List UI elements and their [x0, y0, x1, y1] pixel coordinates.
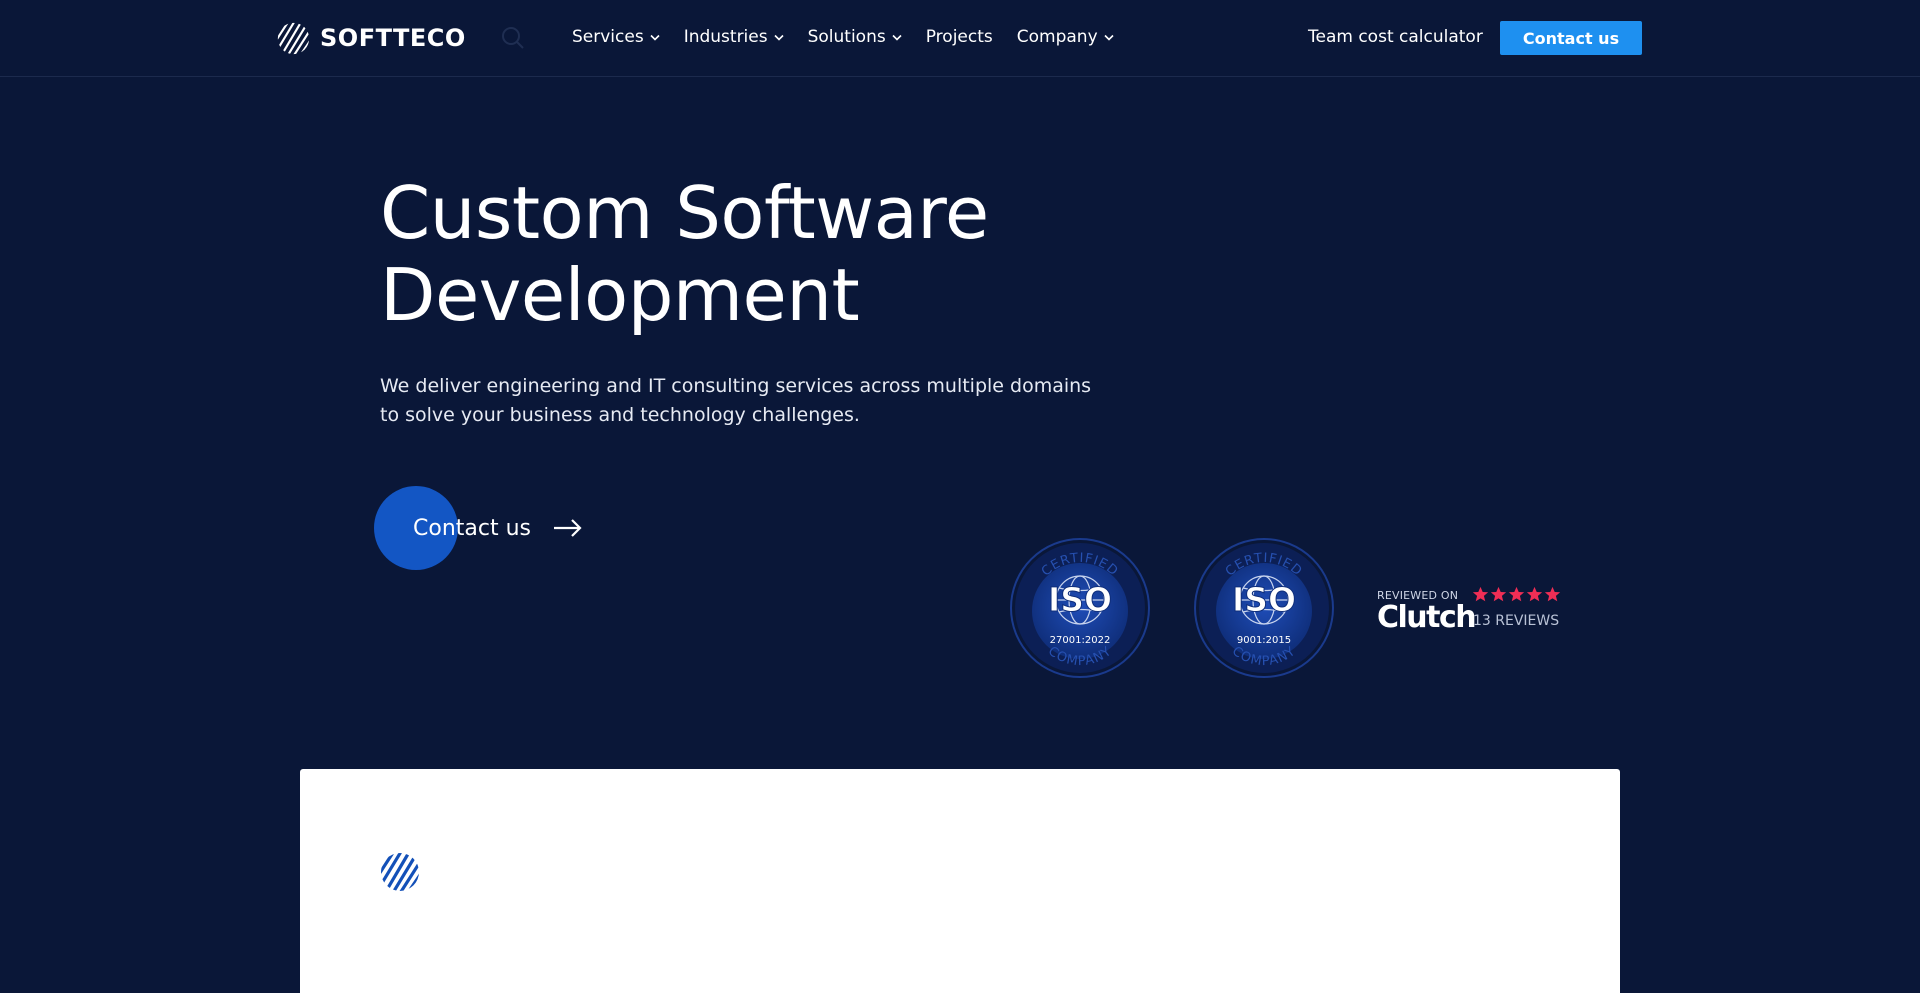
logo[interactable]: SOFTTECO	[277, 20, 466, 56]
chevron-down-icon	[650, 34, 660, 41]
logo-mark-icon	[381, 853, 419, 891]
hero-subtitle-line: to solve your business and technology ch…	[380, 404, 860, 426]
nav-item-label: Solutions	[807, 27, 886, 47]
nav-item-label: Industries	[683, 27, 768, 47]
iso-badge-graphic: ISO CERTIFIED 9001:2015 COMPANY	[1194, 538, 1334, 678]
nav-item-solutions[interactable]: Solutions	[808, 27, 902, 47]
clutch-rating-badge[interactable]: REVIEWED ON Clutch 13 REVIEWS	[1377, 586, 1577, 636]
arrow-right-icon	[554, 519, 582, 537]
hero-title-line: Custom Software	[380, 171, 989, 255]
search-button[interactable]	[500, 25, 526, 51]
star-icon	[1508, 586, 1525, 602]
clutch-stars	[1472, 586, 1561, 603]
clutch-review-count: 13 REVIEWS	[1473, 613, 1560, 629]
chevron-down-icon	[774, 34, 784, 41]
nav-item-label: Services	[572, 27, 644, 47]
clutch-logo: Clutch	[1377, 600, 1477, 635]
nav-item-services[interactable]: Services	[572, 27, 660, 47]
content-panel	[300, 769, 1620, 993]
iso-standard: 27001:2022	[1050, 635, 1111, 646]
iso-standard: 9001:2015	[1237, 635, 1291, 646]
star-icon	[1472, 586, 1489, 602]
header-contact-button[interactable]: Contact us	[1500, 21, 1642, 55]
iso-27001-badge: ISO CERTIFIED 27001:2022 COMPANY	[1009, 537, 1151, 679]
nav-item-industries[interactable]: Industries	[684, 27, 784, 47]
svg-text:ISO: ISO	[1048, 580, 1112, 619]
nav-item-label: Projects	[925, 27, 993, 47]
site-header: SOFTTECO Services Industries Solutions P…	[0, 0, 1920, 77]
nav-item-projects[interactable]: Projects	[926, 27, 993, 47]
nav-item-company[interactable]: Company	[1017, 27, 1114, 47]
iso-badge-graphic: ISO CERTIFIED 27001:2022 COMPANY	[1010, 538, 1150, 678]
main-nav: Services Industries Solutions Projects C…	[572, 24, 1114, 50]
iso-9001-badge: ISO CERTIFIED 9001:2015 COMPANY	[1193, 537, 1335, 679]
svg-text:ISO: ISO	[1232, 580, 1296, 619]
hero-cta-label: Contact us	[413, 515, 531, 541]
hero-contact-button[interactable]: Contact us	[374, 486, 583, 570]
hero-title: Custom Software Development	[380, 172, 1080, 336]
star-icon	[1526, 586, 1543, 602]
logo-text: SOFTTECO	[320, 24, 466, 52]
team-cost-calculator-link[interactable]: Team cost calculator	[1308, 27, 1483, 47]
chevron-down-icon	[1104, 34, 1114, 41]
hero-subtitle-line: We deliver engineering and IT consulting…	[380, 375, 1092, 397]
search-icon	[502, 27, 524, 49]
hero-subtitle: We deliver engineering and IT consulting…	[380, 372, 1100, 430]
logo-mark-icon	[277, 22, 310, 54]
hero-title-line: Development	[380, 253, 860, 337]
chevron-down-icon	[892, 34, 902, 41]
star-icon	[1544, 586, 1561, 602]
nav-item-label: Company	[1016, 27, 1098, 47]
star-icon	[1490, 586, 1507, 602]
